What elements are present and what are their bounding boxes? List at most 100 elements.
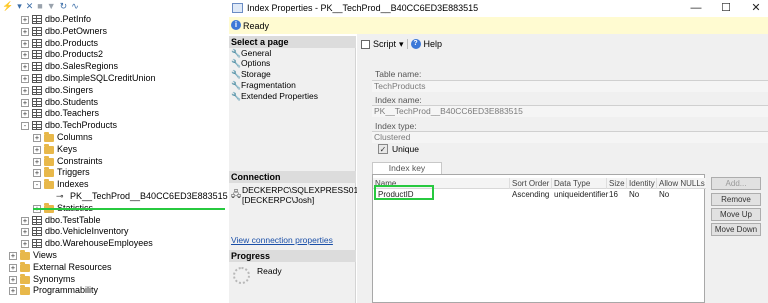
tree-node[interactable]: + dbo.TestTable [0,215,229,227]
tree-node[interactable]: - Indexes [0,179,229,191]
expand-icon[interactable]: + [21,216,29,225]
index-name-label: Index name: [375,95,422,105]
tree-node[interactable]: + dbo.SimpleSQLCreditUnion [0,73,229,85]
minimize-button[interactable]: — [687,1,705,15]
tree-node-label: dbo.Students [45,96,99,107]
tree-node-label: Constraints [57,155,103,166]
tree-node[interactable]: ⊸ PK__TechProd__B40CC6ED3E883515 (Cluster… [0,191,229,203]
column-header-sort-order[interactable]: Sort Order [510,178,552,189]
tree-node-label: External Resources [33,261,112,272]
expand-icon[interactable]: + [21,240,29,249]
expand-icon[interactable]: + [21,86,29,95]
page-item-options[interactable]: 🔧Options [231,58,270,68]
expand-icon[interactable]: + [9,263,17,272]
tree-node[interactable]: + dbo.PetOwners [0,26,229,38]
help-icon[interactable]: ? [410,39,421,49]
tree-node[interactable]: - dbo.TechProducts [0,120,229,132]
tree-node[interactable]: + Keys [0,143,229,156]
tree-node[interactable]: + Programmability [0,285,229,297]
expand-icon[interactable]: + [9,287,17,296]
dialog-title: Index Properties - PK__TechProd__B40CC6E… [247,3,479,13]
tree-node-label: dbo.Singers [45,84,94,95]
select-page-heading: Select a page [229,36,356,48]
folder-icon [20,285,30,296]
index-name-field[interactable]: PK__TechProd__B40CC6ED3E883515 [372,105,768,117]
page-item-storage[interactable]: 🔧Storage [231,69,271,79]
tree-node[interactable]: + dbo.WarehouseEmployees [0,238,229,250]
script-icon[interactable] [361,39,370,49]
help-button[interactable]: Help [424,39,443,49]
page-item-fragmentation[interactable]: 🔧Fragmentation [231,80,296,90]
wrench-icon: 🔧 [231,70,241,79]
tree-node[interactable]: + Columns [0,131,229,144]
tree-node[interactable]: + Triggers [0,167,229,179]
stop-icon[interactable]: ■ [37,0,42,13]
collapse-icon[interactable]: - [33,181,41,190]
expand-icon[interactable]: + [21,74,29,83]
remove-button[interactable]: Remove [711,193,761,206]
column-header-allow-nulls[interactable]: Allow NULLs [657,178,706,189]
tree-node-label: Keys [57,143,78,154]
tab-index-key-columns[interactable]: Index key columns [372,162,442,184]
expand-icon[interactable]: + [21,228,29,237]
script-dropdown-icon[interactable]: ▾ [399,39,404,50]
collapse-icon[interactable]: - [21,122,29,131]
tree-node[interactable]: + dbo.Products [0,38,229,50]
move-up-button[interactable]: Move Up [711,208,761,221]
connect-dropdown-icon[interactable]: ▾ [17,0,22,13]
expand-icon[interactable]: + [9,275,17,284]
tree-node[interactable]: + Synonyms [0,273,229,286]
tree-node[interactable]: + Views [0,249,229,262]
expand-icon[interactable]: + [21,27,29,36]
column-header-size[interactable]: Size [607,178,627,189]
key-icon: ⊸ [56,190,64,201]
tree-node-label: dbo.VehicleInventory [45,226,129,237]
expand-icon[interactable]: + [33,145,41,154]
tree-node[interactable]: + External Resources [0,261,229,274]
unique-checkbox[interactable]: ✓ [378,144,388,154]
tree-node[interactable]: + dbo.PetInfo [0,14,229,26]
expand-icon[interactable]: + [33,157,41,166]
column-header-data-type[interactable]: Data Type [552,178,607,189]
script-button[interactable]: Script [373,39,396,49]
title-bar[interactable]: Index Properties - PK__TechProd__B40CC6E… [229,0,768,17]
tree-node[interactable]: + dbo.Products2 [0,49,229,61]
close-button[interactable]: ✕ [747,1,765,15]
refresh-icon[interactable]: ↻ [60,0,68,13]
expand-icon[interactable]: + [21,98,29,107]
status-bar: i Ready [229,17,768,34]
expand-icon[interactable]: + [33,169,41,178]
tree-node[interactable]: + dbo.Teachers [0,108,229,120]
disconnect-icon[interactable]: ✕ [26,0,34,13]
expand-icon[interactable]: + [33,133,41,142]
index-properties-dialog: Index Properties - PK__TechProd__B40CC6E… [229,0,768,303]
expand-icon[interactable]: + [21,110,29,119]
expand-icon[interactable]: + [21,39,29,48]
index-type-field[interactable]: Clustered [372,131,768,143]
view-connection-properties-link[interactable]: View connection properties [231,235,333,245]
page-item-general[interactable]: 🔧General [231,48,271,58]
folder-icon [44,131,54,142]
tree-node[interactable]: + dbo.VehicleInventory [0,226,229,238]
expand-icon[interactable]: + [9,251,17,260]
tree-node[interactable]: + dbo.Students [0,97,229,109]
expand-icon[interactable]: + [21,51,29,60]
tree-node[interactable]: + dbo.Singers [0,85,229,97]
column-header-identity[interactable]: Identity [627,178,657,189]
page-item-extended-properties[interactable]: 🔧Extended Properties [231,91,318,101]
cell-sort-order[interactable]: Ascending [510,189,549,200]
filter-icon[interactable]: ▼ [47,0,56,13]
table-name-field[interactable]: TechProducts [372,80,768,92]
move-down-button[interactable]: Move Down [711,223,761,236]
maximize-button[interactable]: ☐ [717,1,735,15]
tree-node-label: Columns [57,131,93,142]
connect-icon[interactable]: ⚡ [2,0,13,13]
expand-icon[interactable]: + [21,16,29,24]
activity-icon[interactable]: ∿ [71,0,79,13]
expand-icon[interactable]: + [21,63,29,72]
tree-node[interactable]: + dbo.SalesRegions [0,61,229,73]
index-key-columns-grid[interactable]: Name Sort Order Data Type Size Identity … [372,174,706,303]
object-explorer: ⚡ ▾ ✕ ■ ▼ ↻ ∿ + dbo.PetInfo + dbo.PetOwners… [0,0,229,303]
tree-node[interactable]: + Constraints [0,155,229,168]
add-button[interactable]: Add... [711,177,761,190]
